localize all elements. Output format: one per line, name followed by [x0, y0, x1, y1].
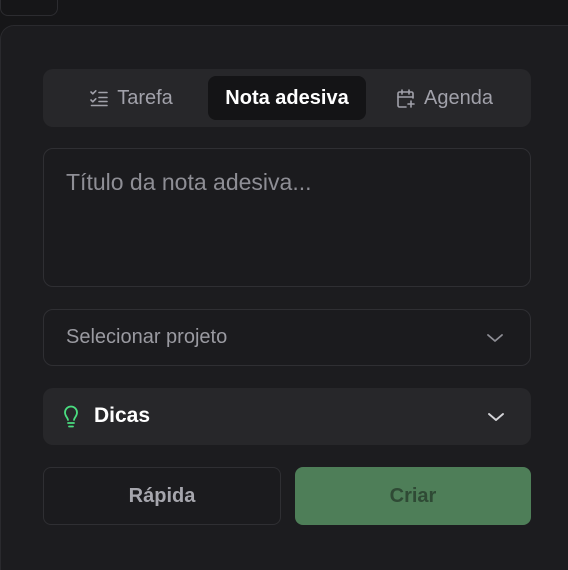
note-title-input[interactable]: [66, 169, 506, 269]
chevron-down-icon: [487, 333, 503, 342]
note-title-container: [43, 148, 531, 287]
project-select-placeholder: Selecionar projeto: [66, 326, 228, 348]
tab-tarefa-label: Tarefa: [117, 86, 173, 109]
tab-agenda[interactable]: Agenda: [389, 76, 499, 120]
tab-tarefa[interactable]: Tarefa: [81, 76, 181, 120]
app-stage: Tarefa Nota adesiva Agenda Selecionar pr…: [0, 0, 568, 570]
background-window-edge: [0, 0, 58, 16]
tab-nota-adesiva-label: Nota adesiva: [225, 86, 349, 109]
lightbulb-icon: [64, 405, 78, 428]
checklist-icon: [90, 90, 109, 107]
chevron-down-icon: [488, 412, 504, 421]
tips-accordion[interactable]: Dicas: [43, 388, 531, 445]
item-type-tabs: Tarefa Nota adesiva Agenda: [43, 69, 531, 127]
tab-nota-adesiva[interactable]: Nota adesiva: [208, 76, 366, 120]
project-select[interactable]: Selecionar projeto: [43, 309, 531, 366]
create-button[interactable]: Criar: [295, 467, 531, 525]
tips-label: Dicas: [94, 404, 151, 427]
quick-button[interactable]: Rápida: [43, 467, 281, 525]
tab-agenda-label: Agenda: [424, 86, 493, 109]
calendar-plus-icon: [397, 88, 415, 108]
